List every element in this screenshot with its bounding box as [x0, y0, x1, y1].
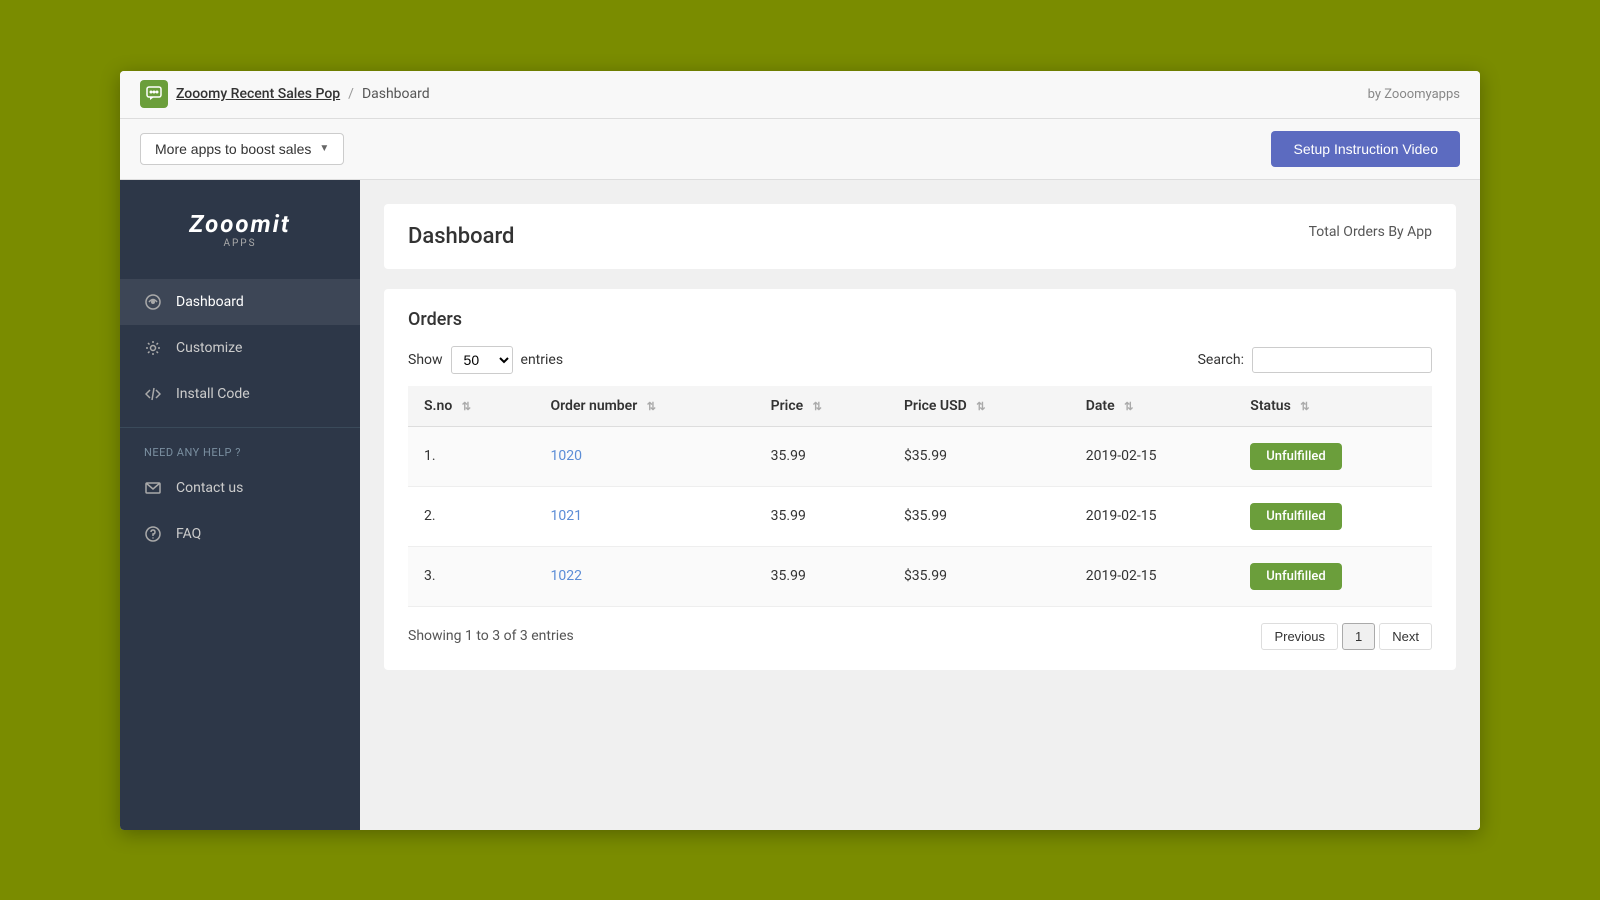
app-name[interactable]: Zooomy Recent Sales Pop [176, 86, 340, 102]
orders-table: S.no ⇅ Order number ⇅ Price ⇅ Price USD … [408, 386, 1432, 607]
sidebar-item-dashboard[interactable]: Dashboard [120, 279, 360, 325]
entries-select[interactable]: 50 25 10 100 [451, 346, 513, 374]
sidebar-help-label: NEED ANY HELP ? [120, 427, 360, 465]
sidebar-item-faq-label: FAQ [176, 526, 201, 542]
order-link[interactable]: 1021 [551, 508, 582, 524]
cell-date: 2019-02-15 [1070, 546, 1235, 606]
show-entries-control: Show 50 25 10 100 entries [408, 346, 563, 374]
question-icon [144, 525, 162, 543]
pagination-info: Showing 1 to 3 of 3 entries [408, 628, 574, 644]
sidebar-item-contact-label: Contact us [176, 480, 243, 496]
orders-title: Orders [408, 309, 1432, 330]
search-label: Search: [1198, 352, 1244, 368]
cell-price: 35.99 [755, 546, 888, 606]
sidebar-item-customize[interactable]: Customize [120, 325, 360, 371]
status-badge: Unfulfilled [1250, 503, 1341, 530]
content-area: Dashboard Total Orders By App Orders Sho… [360, 180, 1480, 830]
cell-order-number: 1020 [535, 426, 755, 486]
col-header-date[interactable]: Date ⇅ [1070, 386, 1235, 427]
sort-icon-sno: ⇅ [462, 400, 471, 413]
col-header-sno[interactable]: S.no ⇅ [408, 386, 535, 427]
col-header-order-number[interactable]: Order number ⇅ [535, 386, 755, 427]
order-link[interactable]: 1020 [551, 448, 582, 464]
search-container: Search: [1198, 347, 1432, 373]
dashboard-icon [144, 293, 162, 311]
cell-sno: 1. [408, 426, 535, 486]
search-input[interactable] [1252, 347, 1432, 373]
breadcrumb: Zooomy Recent Sales Pop / Dashboard [140, 80, 430, 108]
breadcrumb-current: Dashboard [362, 86, 430, 102]
sort-icon-price-usd: ⇅ [976, 400, 985, 413]
sidebar-item-faq[interactable]: FAQ [120, 511, 360, 557]
sort-icon-date: ⇅ [1124, 400, 1133, 413]
sidebar-item-dashboard-label: Dashboard [176, 294, 244, 310]
next-button[interactable]: Next [1379, 623, 1432, 650]
sidebar-item-install-code[interactable]: Install Code [120, 371, 360, 417]
status-badge: Unfulfilled [1250, 443, 1341, 470]
table-header-row: S.no ⇅ Order number ⇅ Price ⇅ Price USD … [408, 386, 1432, 427]
show-label: Show [408, 352, 443, 368]
sub-bar: More apps to boost sales ▼ Setup Instruc… [120, 119, 1480, 180]
more-apps-label: More apps to boost sales [155, 141, 311, 157]
pagination-controls: Previous 1 Next [1261, 623, 1432, 650]
table-row: 1. 1020 35.99 $35.99 2019-02-15 Unfulfil… [408, 426, 1432, 486]
cell-price-usd: $35.99 [888, 486, 1070, 546]
cell-sno: 3. [408, 546, 535, 606]
sidebar-item-install-code-label: Install Code [176, 386, 250, 402]
cell-date: 2019-02-15 [1070, 426, 1235, 486]
more-apps-button[interactable]: More apps to boost sales ▼ [140, 133, 344, 165]
sidebar-logo-sub: APPS [140, 238, 340, 249]
sort-icon-order: ⇅ [647, 400, 656, 413]
cell-status: Unfulfilled [1234, 486, 1432, 546]
page-title: Dashboard [408, 224, 514, 249]
cell-price-usd: $35.99 [888, 426, 1070, 486]
table-row: 2. 1021 35.99 $35.99 2019-02-15 Unfulfil… [408, 486, 1432, 546]
total-orders-label: Total Orders By App [1309, 224, 1432, 240]
cell-sno: 2. [408, 486, 535, 546]
sidebar-logo-text: Zooomit [140, 210, 340, 238]
gear-icon [144, 339, 162, 357]
orders-section: Orders Show 50 25 10 100 entries Search [384, 289, 1456, 670]
pagination: Showing 1 to 3 of 3 entries Previous 1 N… [408, 623, 1432, 650]
sort-icon-status: ⇅ [1300, 400, 1309, 413]
code-icon [144, 385, 162, 403]
col-header-status[interactable]: Status ⇅ [1234, 386, 1432, 427]
status-badge: Unfulfilled [1250, 563, 1341, 590]
by-label: by Zooomyapps [1368, 87, 1460, 102]
sidebar-logo: Zooomit APPS [120, 200, 360, 279]
prev-button[interactable]: Previous [1261, 623, 1338, 650]
col-header-price-usd[interactable]: Price USD ⇅ [888, 386, 1070, 427]
setup-instruction-button[interactable]: Setup Instruction Video [1271, 131, 1460, 167]
cell-order-number: 1022 [535, 546, 755, 606]
app-container: Zooomy Recent Sales Pop / Dashboard by Z… [120, 71, 1480, 830]
sidebar-item-customize-label: Customize [176, 340, 242, 356]
cell-status: Unfulfilled [1234, 546, 1432, 606]
cell-price-usd: $35.99 [888, 546, 1070, 606]
col-header-price[interactable]: Price ⇅ [755, 386, 888, 427]
sidebar-item-contact[interactable]: Contact us [120, 465, 360, 511]
dashboard-header: Dashboard Total Orders By App [384, 204, 1456, 269]
cell-status: Unfulfilled [1234, 426, 1432, 486]
cell-order-number: 1021 [535, 486, 755, 546]
breadcrumb-separator: / [348, 86, 354, 102]
table-controls: Show 50 25 10 100 entries Search: [408, 346, 1432, 374]
mail-icon [144, 479, 162, 497]
sidebar: Zooomit APPS Dashboard [120, 180, 360, 830]
order-link[interactable]: 1022 [551, 568, 582, 584]
chevron-down-icon: ▼ [319, 143, 329, 154]
entries-label: entries [521, 352, 564, 368]
app-logo-icon [140, 80, 168, 108]
top-bar: Zooomy Recent Sales Pop / Dashboard by Z… [120, 71, 1480, 119]
cell-price: 35.99 [755, 486, 888, 546]
cell-date: 2019-02-15 [1070, 486, 1235, 546]
table-row: 3. 1022 35.99 $35.99 2019-02-15 Unfulfil… [408, 546, 1432, 606]
cell-price: 35.99 [755, 426, 888, 486]
sort-icon-price: ⇅ [813, 400, 822, 413]
page-1-button[interactable]: 1 [1342, 623, 1375, 650]
main-layout: Zooomit APPS Dashboard [120, 180, 1480, 830]
